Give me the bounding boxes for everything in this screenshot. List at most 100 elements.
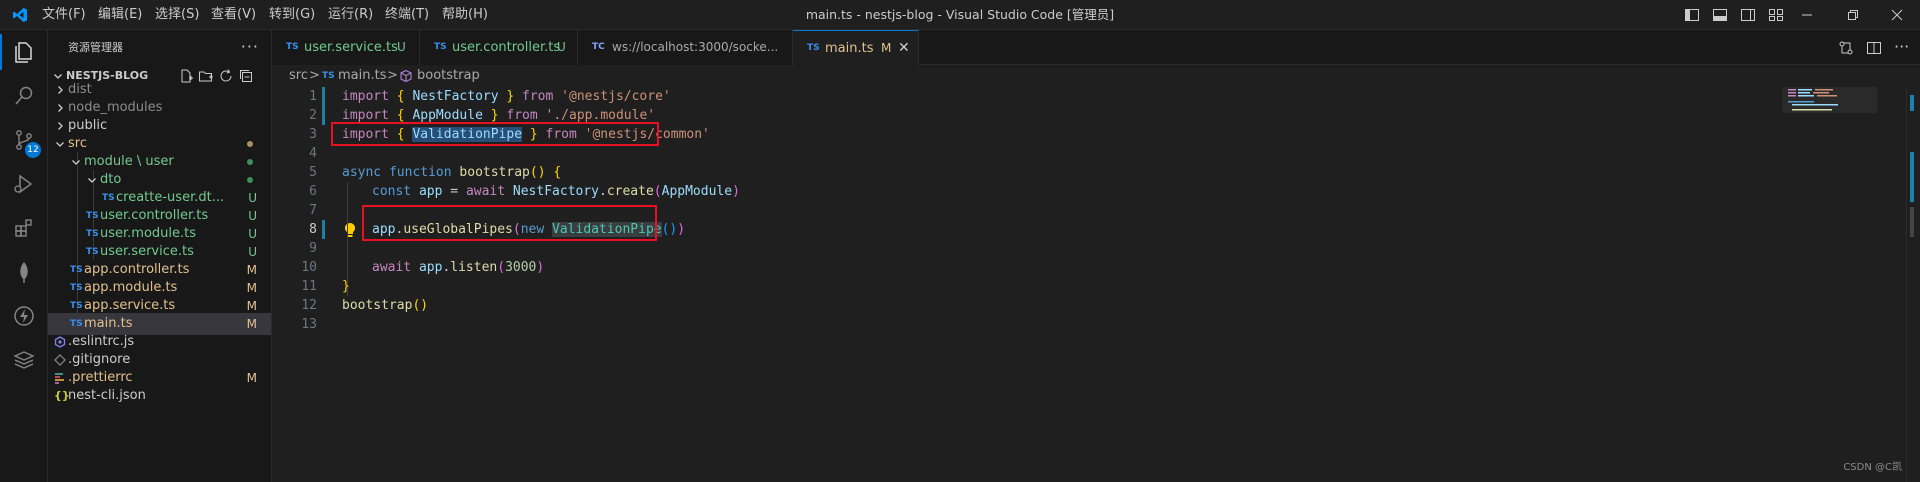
breadcrumb: src > TS main.ts > bootstrap <box>272 65 1920 87</box>
close-window-button[interactable] <box>1874 0 1920 30</box>
line-number: 13 <box>301 317 317 332</box>
tab-main-ts[interactable]: TS main.ts M ✕ <box>793 30 919 65</box>
typescript-file-icon: TS <box>286 42 299 52</box>
git-status: U <box>557 40 566 54</box>
explorer-activity[interactable] <box>0 30 48 74</box>
typescript-file-icon: TS <box>322 71 335 81</box>
token: } <box>498 89 523 104</box>
chevron-down-icon <box>88 178 96 183</box>
explorer-sidebar: 资源管理器 ··· NESTJS-BLOG dist node_modules … <box>48 30 272 482</box>
source-control-activity[interactable]: 12 <box>0 118 48 162</box>
token: 3000 <box>505 260 537 275</box>
token: { <box>388 108 413 123</box>
typescript-file-icon: TS <box>434 42 447 52</box>
toggle-primary-sidebar-icon[interactable] <box>1684 7 1700 23</box>
line-number: 10 <box>301 260 317 275</box>
tab-user-controller[interactable]: TS user.controller.ts U <box>420 30 578 65</box>
tab-close-button[interactable]: ✕ <box>898 31 910 66</box>
git-status: U <box>397 40 406 54</box>
database-activity[interactable] <box>0 338 48 382</box>
tab-user-service[interactable]: TS user.service.ts U <box>272 30 420 65</box>
breadcrumb-file[interactable]: main.ts <box>338 65 386 87</box>
scrollbar-thumb[interactable] <box>1910 207 1914 237</box>
customize-layout-icon[interactable] <box>1768 7 1784 23</box>
menu-edit[interactable]: 编辑(E) <box>98 0 142 30</box>
tab-label: ws://localhost:3000/socke... <box>612 40 779 54</box>
restore-button[interactable] <box>1830 0 1876 30</box>
menu-file[interactable]: 文件(F) <box>42 0 86 30</box>
token: NestFactory <box>412 89 499 104</box>
token: ) <box>677 222 686 237</box>
annotation-highlight-box <box>362 205 657 241</box>
breadcrumb-symbol[interactable]: bootstrap <box>417 65 480 87</box>
open-changes-icon[interactable] <box>1838 40 1854 56</box>
menu-go[interactable]: 转到(G) <box>269 0 315 30</box>
tab-thunder-client-request[interactable]: TC ws://localhost:3000/socke... <box>578 30 793 65</box>
breadcrumb-folder[interactable]: src <box>289 65 308 87</box>
token: '@nestjs/core' <box>553 89 671 104</box>
line-number: 3 <box>309 127 317 142</box>
extensions-activity[interactable] <box>0 206 48 250</box>
token: () <box>412 298 429 313</box>
menu-view[interactable]: 查看(V) <box>211 0 256 30</box>
token: ) <box>732 184 740 199</box>
method-cube-icon <box>400 69 412 83</box>
active-indicator <box>0 34 2 70</box>
gutter-modified-marker <box>322 87 325 125</box>
line-number: 2 <box>309 108 317 123</box>
minimap[interactable] <box>1782 87 1877 482</box>
untracked-dot <box>247 159 253 165</box>
menu-help[interactable]: 帮助(H) <box>442 0 488 30</box>
extensions-icon <box>15 219 32 237</box>
token: listen <box>450 260 498 275</box>
scrollbar-change-marker <box>1910 152 1914 202</box>
typescript-file-icon: TS <box>807 43 820 53</box>
code-editor[interactable]: 1 2 3 4 5 6 7 8 9 10 11 12 13 import { N… <box>272 87 1920 482</box>
line-number: 12 <box>301 298 317 313</box>
vertical-scrollbar[interactable] <box>1906 87 1920 482</box>
eslint-icon <box>54 336 66 348</box>
tree-item-nest-cli-json[interactable]: {} nest-cli.json <box>48 385 271 407</box>
line-number: 8 <box>309 222 317 237</box>
code-line-10: await app.listen(3000) <box>372 258 544 277</box>
line-number: 5 <box>309 165 317 180</box>
untracked-dot <box>247 177 253 183</box>
token: } <box>342 279 350 294</box>
chevron-down-icon <box>72 160 80 165</box>
toggle-panel-icon[interactable] <box>1712 7 1728 23</box>
watermark: CSDN @C凯 <box>1843 462 1902 473</box>
token: app <box>411 260 443 275</box>
gutter-modified-marker <box>322 220 325 239</box>
toggle-secondary-sidebar-icon[interactable] <box>1740 7 1756 23</box>
minimize-icon <box>1802 14 1812 16</box>
tab-label: user.service.ts <box>304 40 398 55</box>
menu-selection[interactable]: 选择(S) <box>155 0 199 30</box>
code-line-12: bootstrap() <box>342 296 428 315</box>
token: ) <box>536 260 545 275</box>
line-number: 7 <box>309 203 317 218</box>
token: const <box>372 184 412 199</box>
token: bootstrap <box>459 165 530 180</box>
title-bar: 文件(F) 编辑(E) 选择(S) 查看(V) 转到(G) 运行(R) 终端(T… <box>0 0 1920 30</box>
minimize-button[interactable] <box>1784 0 1830 30</box>
explorer-more-actions[interactable]: ··· <box>241 30 259 65</box>
thunder-client-activity[interactable] <box>0 294 48 338</box>
token: from <box>506 108 538 123</box>
split-editor-icon[interactable] <box>1866 40 1882 56</box>
token: } <box>482 108 507 123</box>
run-debug-icon <box>14 174 33 194</box>
lightbulb-icon[interactable] <box>343 222 357 238</box>
token: app <box>411 184 443 199</box>
menu-terminal[interactable]: 终端(T) <box>385 0 429 30</box>
menu-run[interactable]: 运行(R) <box>328 0 373 30</box>
token: function <box>381 165 460 180</box>
code-line-6: const app = await NestFactory.create(App… <box>372 182 740 201</box>
scrollbar-change-marker <box>1910 95 1914 111</box>
search-activity[interactable] <box>0 74 48 118</box>
mongodb-activity[interactable] <box>0 250 48 294</box>
tree-label: nest-cli.json <box>68 388 146 403</box>
restore-icon <box>1848 10 1858 20</box>
run-debug-activity[interactable] <box>0 162 48 206</box>
editor-more-actions-icon[interactable]: ··· <box>1894 30 1909 63</box>
token: AppModule <box>412 108 483 123</box>
